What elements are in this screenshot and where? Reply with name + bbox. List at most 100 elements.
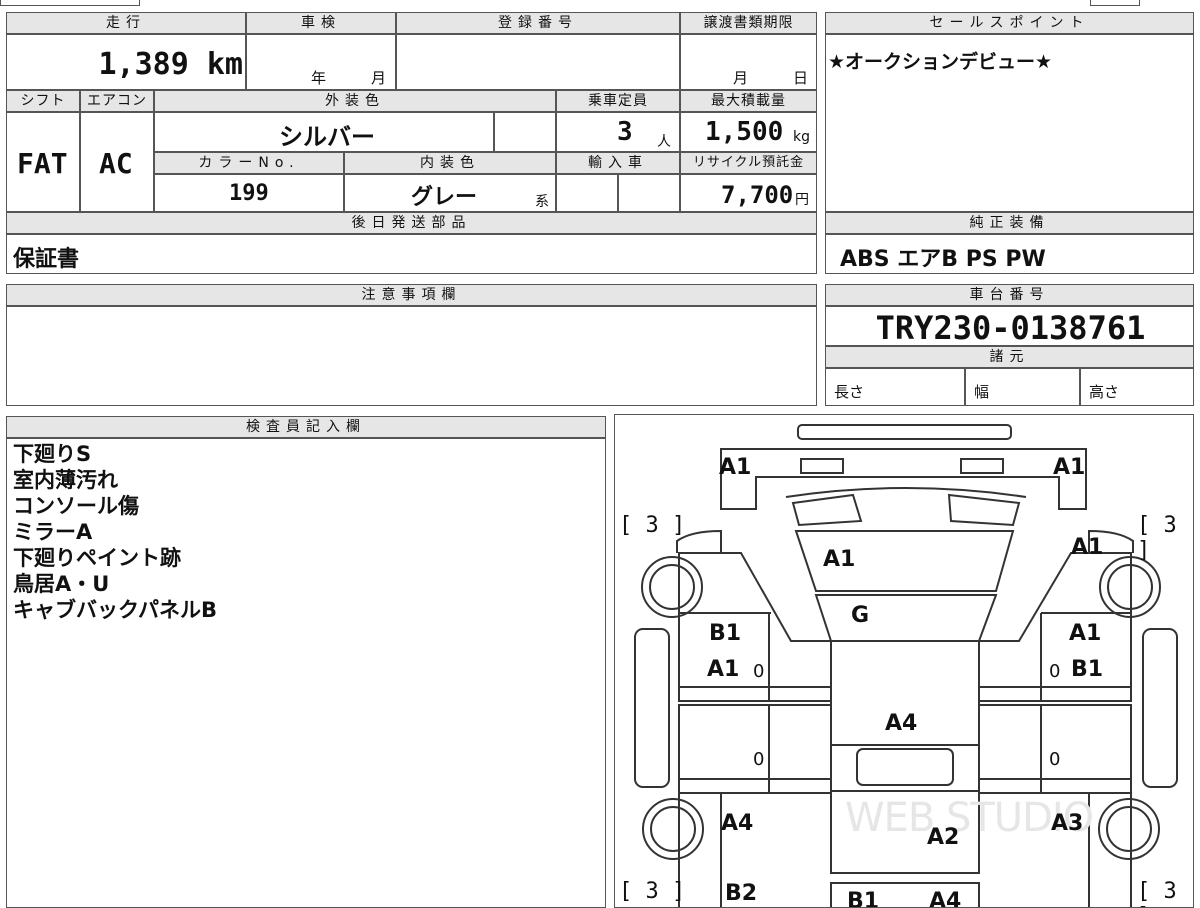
label-windshield: A1: [823, 547, 856, 572]
chassis-cell: TRY230-0138761: [825, 306, 1194, 347]
genuine-equipment-cell: ABS エアB PS PW: [825, 234, 1194, 274]
shift-value: FAT: [17, 147, 68, 180]
label-left-rear: B2: [725, 881, 758, 906]
front-bumper-shape: [797, 424, 1012, 440]
label-right-door: B1: [1071, 657, 1104, 682]
max-load-cell: 1,500 kg: [680, 112, 817, 152]
sales-point-value: ★オークションデビュー★: [828, 51, 1053, 73]
interior-suffix: 系: [535, 194, 549, 210]
import-cell-a: [556, 174, 618, 212]
length-label: 長さ: [834, 383, 865, 401]
label-left-rear-fender: A4: [721, 811, 754, 836]
rear-window-shape: [856, 748, 954, 786]
front-panel-shape: [720, 448, 1087, 510]
seating-unit: 人: [657, 134, 671, 150]
label-roof: G: [851, 603, 870, 628]
exterior-color-value: シルバー: [279, 123, 375, 151]
inspector-note-5: 下廻りペイント跡: [13, 546, 181, 570]
deadline-cell: 月 日: [680, 34, 817, 90]
label-bracket-left-top: [ 3 ]: [619, 513, 686, 538]
inspector-note-2: 室内薄汚れ: [13, 468, 118, 492]
later-items-cell: 保証書: [6, 234, 817, 274]
label-bed-rear-left: B1: [847, 889, 880, 908]
sales-point-cell: ★オークションデビュー★: [825, 34, 1194, 212]
specs-header: 諸元: [825, 346, 1194, 368]
interior-color-cell: グレー 系: [344, 174, 556, 212]
seating-value: 3: [617, 117, 633, 147]
shift-cell: FAT: [6, 112, 80, 212]
inspector-note-1: 下廻りS: [13, 442, 92, 466]
mileage-cell: 1,389 km: [6, 34, 246, 90]
shift-header: シフト: [6, 90, 80, 112]
rear-left-wheel-inner: [650, 806, 696, 852]
inspector-note-4: ミラーA: [13, 520, 93, 544]
label-left-door-top: B1: [709, 621, 742, 646]
top-fragment-right: [1090, 0, 1140, 6]
recycle-unit: 円: [795, 192, 809, 208]
inspection-header: 車検: [246, 12, 396, 34]
right-headlight-shape: [960, 458, 1004, 474]
width-label: 幅: [974, 383, 990, 401]
genuine-equipment-header: 純正装備: [825, 212, 1194, 234]
import-header: 輸入車: [556, 152, 680, 174]
mileage-value: 1,389 km: [98, 47, 244, 82]
label-left-door: A1: [707, 657, 740, 682]
color-no-value: 199: [229, 181, 269, 206]
registration-cell: [396, 34, 680, 90]
label-left-zero-2: 0: [753, 749, 765, 770]
label-bracket-right-top: [ 3 ]: [1137, 513, 1177, 563]
notes-cell: [6, 306, 817, 406]
label-left-zero-1: 0: [753, 661, 765, 682]
registration-header: 登録番号: [396, 12, 680, 34]
label-bracket-right-bottom: [ 3 ]: [1137, 879, 1177, 907]
max-load-header: 最大積載量: [680, 90, 817, 112]
label-right-door-top: A1: [1069, 621, 1102, 646]
label-front-left-corner: A1: [719, 455, 752, 480]
inspector-notes-header: 検査員記入欄: [6, 416, 606, 438]
import-cell-b: [618, 174, 680, 212]
color-no-cell: 199: [154, 174, 344, 212]
left-side-step-shape: [634, 628, 670, 788]
label-right-zero-1: 0: [1049, 661, 1061, 682]
label-right-fender: A1: [1071, 535, 1104, 560]
label-bracket-left-bottom: [ 3 ]: [619, 879, 686, 904]
deadline-header: 譲渡書類期限: [680, 12, 817, 34]
label-bed-rear-right: A4: [929, 889, 962, 908]
inspection-cell: 年 月: [246, 34, 396, 90]
genuine-equipment-value: ABS エアB PS PW: [840, 247, 1046, 272]
sales-point-header: セールスポイント: [825, 12, 1194, 34]
max-load-value: 1,500: [705, 117, 784, 147]
deadline-day-label: 日: [793, 69, 809, 87]
front-left-wheel-inner: [649, 564, 695, 610]
later-items-value: 保証書: [13, 247, 80, 272]
recycle-header: リサイクル預託金: [680, 152, 817, 174]
max-load-unit: kg: [793, 129, 810, 145]
label-right-rear-fender: A3: [1051, 811, 1084, 836]
left-mirror-shape: [791, 493, 863, 527]
label-right-zero-2: 0: [1049, 749, 1061, 770]
inspector-notes-cell: 下廻りS 室内薄汚れ コンソール傷 ミラーA 下廻りペイント跡 鳥居A・U キャ…: [6, 438, 606, 908]
top-fragment: [0, 0, 140, 6]
inspection-month-label: 月: [371, 69, 387, 87]
label-bed: A2: [927, 825, 960, 850]
recycle-cell: 7,700 円: [680, 174, 817, 212]
right-side-step-shape: [1142, 628, 1178, 788]
chassis-value: TRY230-0138761: [875, 309, 1146, 347]
hood-line-shape: [785, 487, 1027, 498]
height-label: 高さ: [1089, 383, 1120, 401]
color-no-header: カラーNo.: [154, 152, 344, 174]
aircon-cell: AC: [80, 112, 154, 212]
exterior-color-header: 外装色: [154, 90, 556, 112]
recycle-value: 7,700: [721, 181, 794, 209]
rear-right-wheel-inner: [1106, 806, 1152, 852]
inspector-note-6: 鳥居A・U: [13, 572, 110, 596]
inspector-note-7: キャブバックパネルB: [13, 598, 217, 622]
vehicle-diagram-panel: WEB STUDIO A1 A1 [ 3 ] [ 3 ] A1 A1 G B1 …: [614, 414, 1194, 908]
chassis-header: 車台番号: [825, 284, 1194, 306]
interior-color-value: グレー: [411, 185, 478, 210]
height-cell: 高さ: [1080, 368, 1194, 406]
mileage-header: 走行: [6, 12, 246, 34]
notes-header: 注意事項欄: [6, 284, 817, 306]
exterior-extra-cell: [494, 112, 556, 152]
aircon-header: エアコン: [80, 90, 154, 112]
